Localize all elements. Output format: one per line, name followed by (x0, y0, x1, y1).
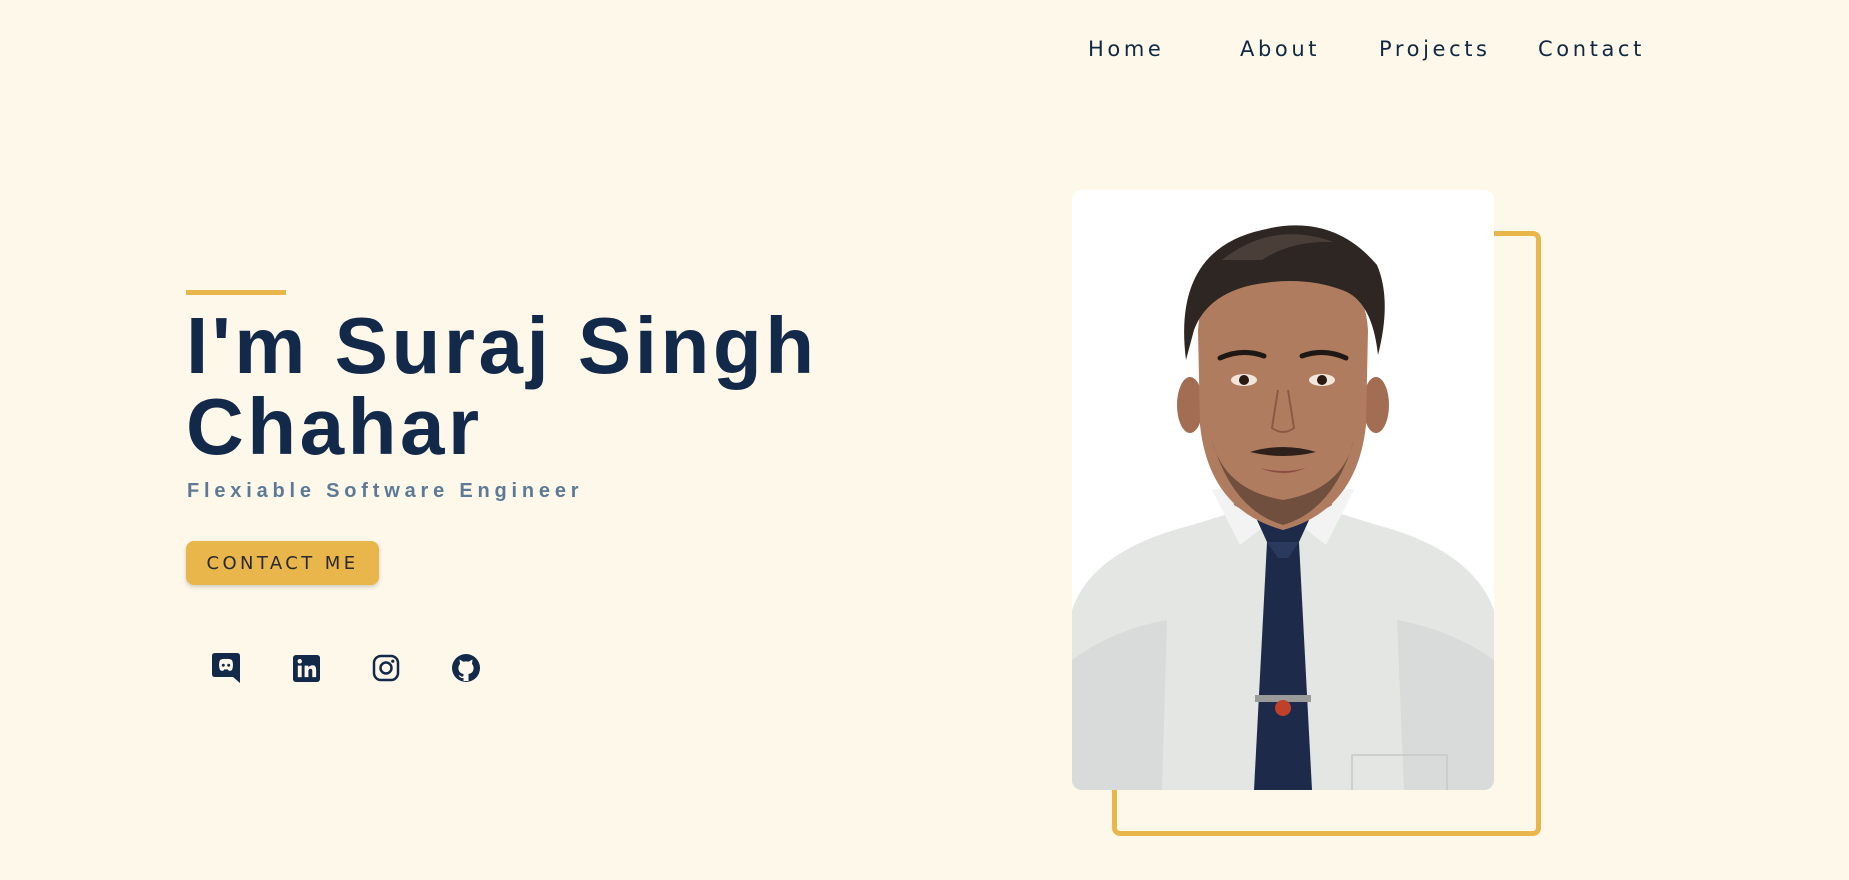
nav-projects-link[interactable]: Projects (1379, 37, 1491, 61)
discord-icon (212, 653, 240, 683)
nav-home-link[interactable]: Home (1088, 37, 1164, 61)
hero-title: I'm Suraj Singh Chahar (186, 301, 818, 471)
hero-subtitle: Flexiable Software Engineer (187, 480, 584, 502)
profile-photo-illustration (1072, 190, 1494, 790)
discord-link[interactable] (209, 651, 243, 685)
title-accent-rule (186, 290, 286, 295)
github-icon (452, 654, 480, 682)
top-navigation: Home About Projects Contact (0, 0, 1849, 100)
nav-about-link[interactable]: About (1240, 37, 1320, 61)
instagram-icon (372, 654, 400, 682)
github-link[interactable] (449, 651, 483, 685)
linkedin-icon (292, 654, 320, 682)
contact-me-button[interactable]: CONTACT ME (186, 541, 379, 585)
instagram-link[interactable] (369, 651, 403, 685)
profile-photo (1072, 190, 1494, 790)
nav-contact-link[interactable]: Contact (1538, 37, 1645, 61)
linkedin-link[interactable] (289, 651, 323, 685)
